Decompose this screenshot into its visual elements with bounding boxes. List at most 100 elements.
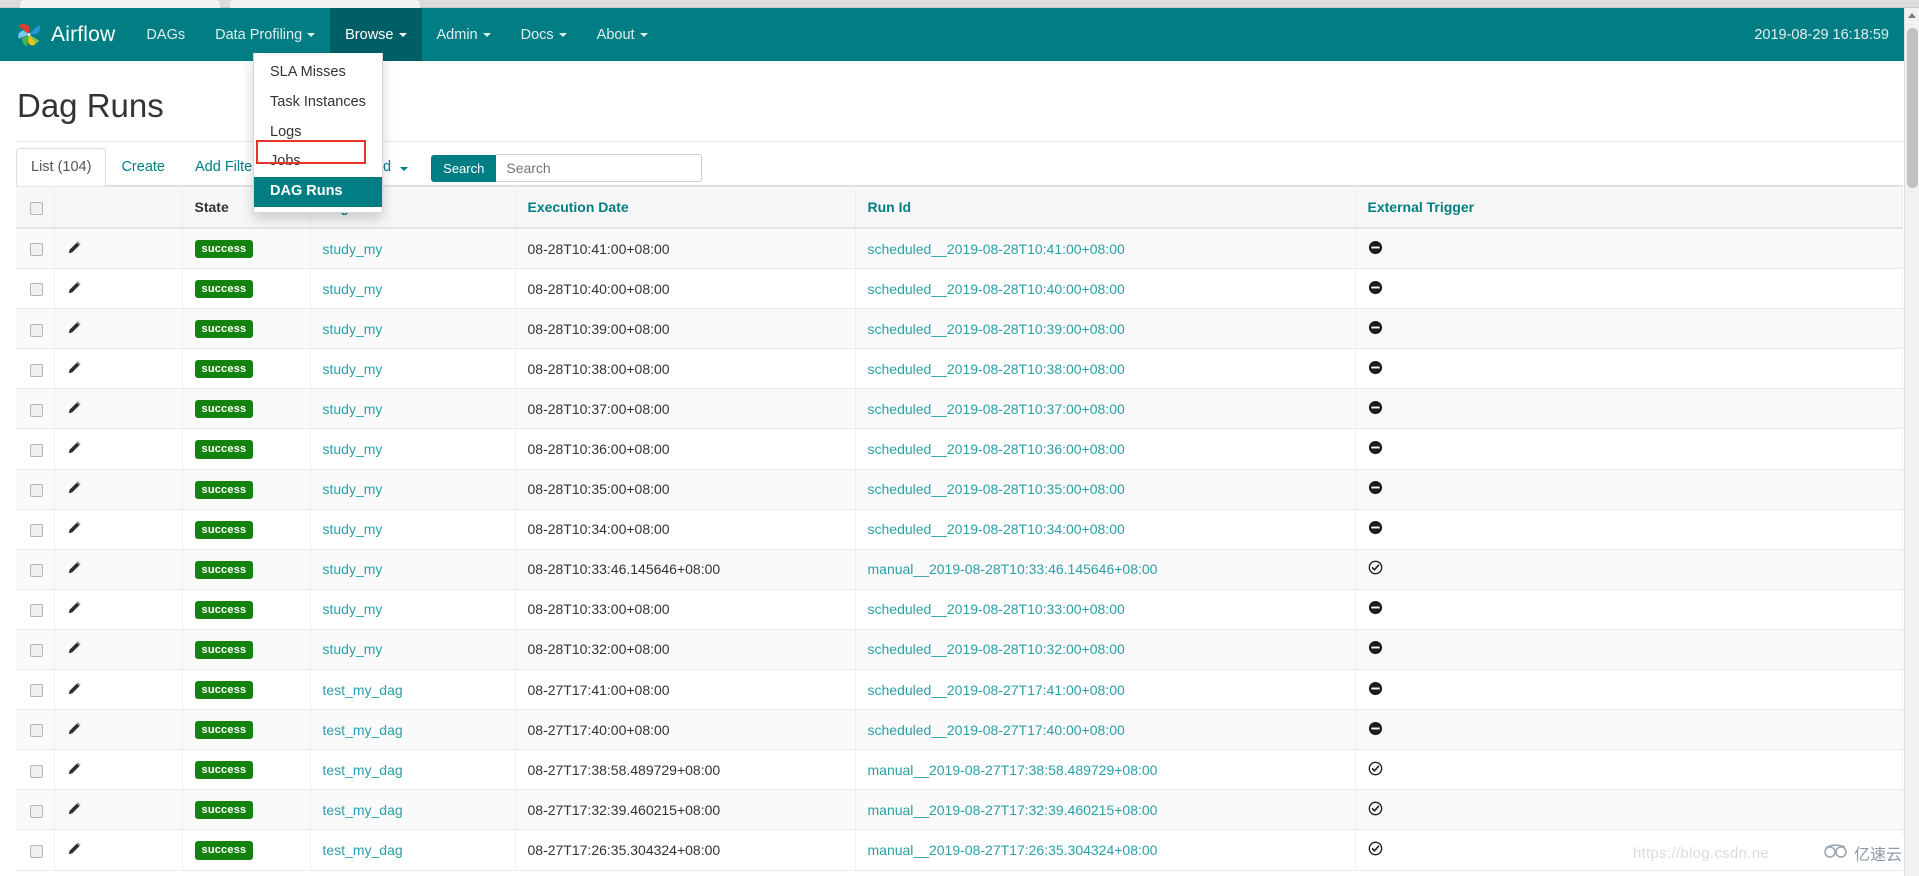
- run-id-link[interactable]: scheduled__2019-08-28T10:34:00+08:00: [868, 521, 1125, 537]
- row-checkbox[interactable]: [30, 403, 43, 417]
- edit-pencil-icon[interactable]: [67, 320, 82, 335]
- dag-id-link[interactable]: study_my: [323, 641, 383, 657]
- table-row: success study_my 08-28T10:34:00+08:00 sched…: [16, 509, 1903, 550]
- row-dag-id-cell: test_my_dag: [310, 749, 516, 791]
- edit-pencil-icon[interactable]: [67, 480, 82, 495]
- row-checkbox[interactable]: [30, 243, 43, 257]
- edit-pencil-icon[interactable]: [67, 280, 82, 295]
- run-id-link[interactable]: scheduled__2019-08-27T17:40:00+08:00: [868, 722, 1125, 738]
- row-checkbox[interactable]: [30, 724, 43, 738]
- dag-id-link[interactable]: study_my: [323, 561, 383, 577]
- edit-pencil-icon[interactable]: [67, 560, 82, 575]
- dag-id-link[interactable]: study_my: [323, 441, 383, 457]
- row-checkbox[interactable]: [30, 764, 43, 778]
- tab-list[interactable]: List (104): [16, 148, 107, 186]
- nav-item-about[interactable]: About: [582, 8, 663, 61]
- edit-pencil-icon[interactable]: [67, 440, 82, 455]
- run-id-link[interactable]: manual__2019-08-27T17:26:35.304324+08:00: [868, 842, 1158, 858]
- edit-pencil-icon[interactable]: [67, 761, 82, 776]
- dropdown-item-task-instances[interactable]: Task Instances: [254, 88, 382, 118]
- dag-id-link[interactable]: study_my: [323, 241, 383, 257]
- run-id-link[interactable]: scheduled__2019-08-28T10:36:00+08:00: [868, 441, 1125, 457]
- row-edit-cell: [54, 589, 183, 630]
- row-checkbox[interactable]: [30, 804, 43, 818]
- dag-id-link[interactable]: study_my: [323, 281, 383, 297]
- row-edit-cell: [54, 469, 183, 510]
- dropdown-item-jobs[interactable]: Jobs: [254, 147, 382, 177]
- edit-pencil-icon[interactable]: [67, 801, 82, 816]
- run-id-link[interactable]: scheduled__2019-08-28T10:33:00+08:00: [868, 601, 1125, 617]
- run-id-link[interactable]: manual__2019-08-28T10:33:46.145646+08:00: [868, 561, 1158, 577]
- row-checkbox[interactable]: [30, 363, 43, 377]
- page-scrollbar[interactable]: [1904, 8, 1919, 876]
- header-external-trigger[interactable]: External Trigger: [1355, 186, 1903, 229]
- status-badge: success: [194, 320, 254, 339]
- dag-id-link[interactable]: test_my_dag: [323, 802, 403, 818]
- row-edit-cell: [54, 428, 183, 470]
- run-id-link[interactable]: manual__2019-08-27T17:38:58.489729+08:00: [868, 762, 1158, 778]
- select-all-checkbox[interactable]: [30, 201, 43, 215]
- header-run-id[interactable]: Run Id: [855, 186, 1356, 229]
- run-id-link[interactable]: scheduled__2019-08-28T10:40:00+08:00: [868, 281, 1125, 297]
- current-timestamp: 2019-08-29 16:18:59: [1754, 26, 1889, 43]
- dropdown-item-sla-misses[interactable]: SLA Misses: [254, 58, 382, 88]
- dag-id-link[interactable]: test_my_dag: [323, 682, 403, 698]
- dropdown-label: Task Instances: [270, 93, 366, 110]
- edit-pencil-icon[interactable]: [67, 240, 82, 255]
- scroll-up-arrow-icon[interactable]: [1908, 13, 1916, 18]
- dag-id-link[interactable]: test_my_dag: [323, 762, 403, 778]
- row-checkbox[interactable]: [30, 564, 43, 578]
- edit-pencil-icon[interactable]: [67, 400, 82, 415]
- edit-pencil-icon[interactable]: [67, 721, 82, 736]
- header-execution-date[interactable]: Execution Date: [515, 186, 856, 229]
- dag-id-link[interactable]: test_my_dag: [323, 722, 403, 738]
- row-checkbox[interactable]: [30, 483, 43, 497]
- run-id-link[interactable]: scheduled__2019-08-28T10:37:00+08:00: [868, 401, 1125, 417]
- dag-id-link[interactable]: study_my: [323, 521, 383, 537]
- run-id-link[interactable]: scheduled__2019-08-27T17:41:00+08:00: [868, 682, 1125, 698]
- run-id-link[interactable]: scheduled__2019-08-28T10:39:00+08:00: [868, 321, 1125, 337]
- browser-tab[interactable]: [230, 0, 420, 8]
- run-id-link[interactable]: scheduled__2019-08-28T10:41:00+08:00: [868, 241, 1125, 257]
- run-id-link[interactable]: scheduled__2019-08-28T10:38:00+08:00: [868, 361, 1125, 377]
- nav-item-dags[interactable]: DAGs: [131, 8, 200, 61]
- row-checkbox[interactable]: [30, 684, 43, 698]
- row-run-id-cell: manual__2019-08-27T17:32:39.460215+08:00: [855, 789, 1356, 831]
- run-id-link[interactable]: scheduled__2019-08-28T10:32:00+08:00: [868, 641, 1125, 657]
- dag-id-link[interactable]: study_my: [323, 601, 383, 617]
- row-checkbox[interactable]: [30, 443, 43, 457]
- navbar-items: DAGs Data Profiling Browse Admin Docs Ab…: [131, 8, 662, 61]
- dropdown-item-dag-runs[interactable]: DAG Runs: [254, 177, 382, 207]
- browse-dropdown-menu: SLA Misses Task Instances Logs Jobs DAG …: [253, 53, 383, 213]
- row-checkbox[interactable]: [30, 323, 43, 337]
- row-checkbox[interactable]: [30, 283, 43, 297]
- edit-pencil-icon[interactable]: [67, 681, 82, 696]
- row-checkbox[interactable]: [30, 844, 43, 858]
- dropdown-item-logs[interactable]: Logs: [254, 118, 382, 148]
- edit-pencil-icon[interactable]: [67, 360, 82, 375]
- browser-tab[interactable]: [20, 0, 220, 8]
- search-button[interactable]: Search: [431, 154, 497, 182]
- airflow-brand-link[interactable]: Airflow: [0, 8, 131, 61]
- nav-item-docs[interactable]: Docs: [506, 8, 582, 61]
- run-id-link[interactable]: manual__2019-08-27T17:32:39.460215+08:00: [868, 802, 1158, 818]
- edit-pencil-icon[interactable]: [67, 600, 82, 615]
- dag-id-link[interactable]: study_my: [323, 361, 383, 377]
- edit-pencil-icon[interactable]: [67, 520, 82, 535]
- nav-item-admin[interactable]: Admin: [422, 8, 506, 61]
- row-checkbox[interactable]: [30, 604, 43, 618]
- dag-id-link[interactable]: study_my: [323, 321, 383, 337]
- row-dag-id-cell: test_my_dag: [310, 829, 516, 871]
- edit-pencil-icon[interactable]: [67, 841, 82, 856]
- edit-pencil-icon[interactable]: [67, 640, 82, 655]
- row-checkbox[interactable]: [30, 524, 43, 537]
- row-checkbox[interactable]: [30, 644, 43, 658]
- scrollbar-thumb[interactable]: [1907, 28, 1918, 188]
- tab-create[interactable]: Create: [106, 148, 180, 186]
- row-dag-id-cell: study_my: [310, 469, 516, 510]
- dag-id-link[interactable]: study_my: [323, 401, 383, 417]
- dag-id-link[interactable]: test_my_dag: [323, 842, 403, 858]
- run-id-link[interactable]: scheduled__2019-08-28T10:35:00+08:00: [868, 481, 1125, 497]
- dag-id-link[interactable]: study_my: [323, 481, 383, 497]
- search-input[interactable]: [496, 154, 703, 182]
